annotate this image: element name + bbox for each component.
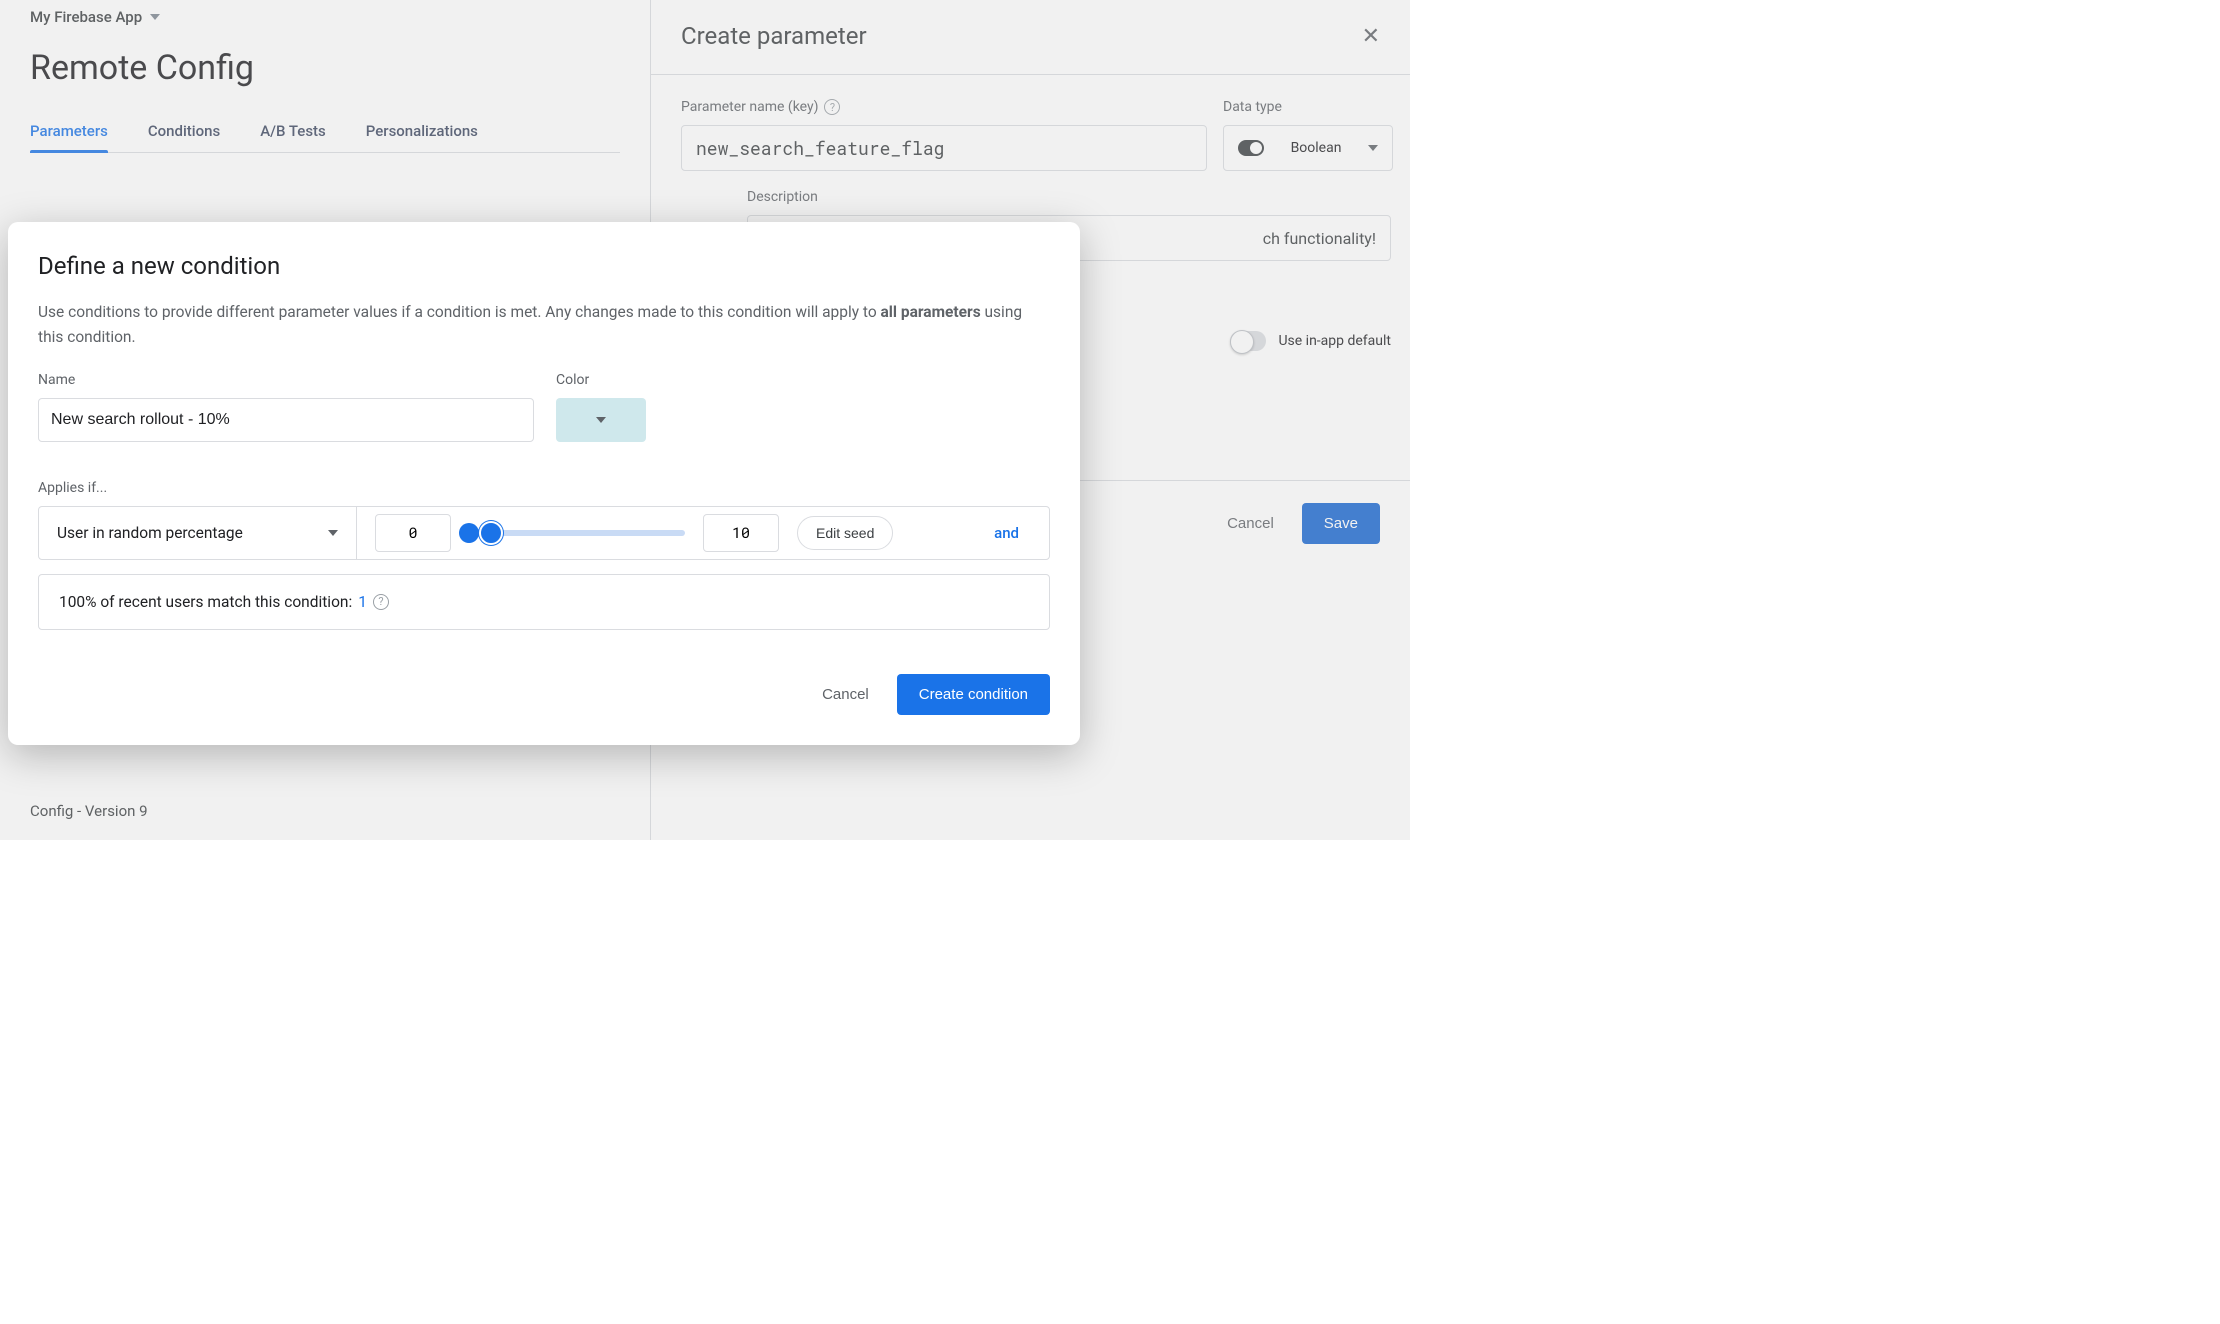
modal-description: Use conditions to provide different para…	[38, 300, 1050, 350]
match-count: 1	[358, 593, 367, 611]
rule-type-select[interactable]: User in random percentage	[57, 507, 357, 559]
condition-name-input[interactable]	[38, 398, 534, 442]
add-and-link[interactable]: and	[994, 524, 1019, 542]
modal-footer: Cancel Create condition	[38, 674, 1050, 715]
create-condition-button[interactable]: Create condition	[897, 674, 1050, 715]
range-to-input[interactable]	[703, 514, 779, 552]
rule-row: User in random percentage Edit seed and	[38, 506, 1050, 560]
percentage-slider[interactable]	[469, 530, 685, 536]
name-label: Name	[38, 372, 534, 388]
range-from-input[interactable]	[375, 514, 451, 552]
cancel-button[interactable]: Cancel	[822, 686, 869, 703]
color-label: Color	[556, 372, 646, 388]
edit-seed-button[interactable]: Edit seed	[797, 516, 893, 550]
match-summary: 100% of recent users match this conditio…	[38, 574, 1050, 630]
color-picker[interactable]	[556, 398, 646, 442]
define-condition-modal: Define a new condition Use conditions to…	[8, 222, 1080, 745]
caret-down-icon	[328, 530, 338, 536]
modal-title: Define a new condition	[38, 252, 1050, 280]
slider-thumb-from[interactable]	[459, 523, 479, 543]
applies-if-label: Applies if...	[38, 480, 1050, 496]
caret-down-icon	[596, 417, 606, 423]
help-icon[interactable]: ?	[373, 594, 389, 610]
slider-thumb-to[interactable]	[479, 521, 503, 545]
